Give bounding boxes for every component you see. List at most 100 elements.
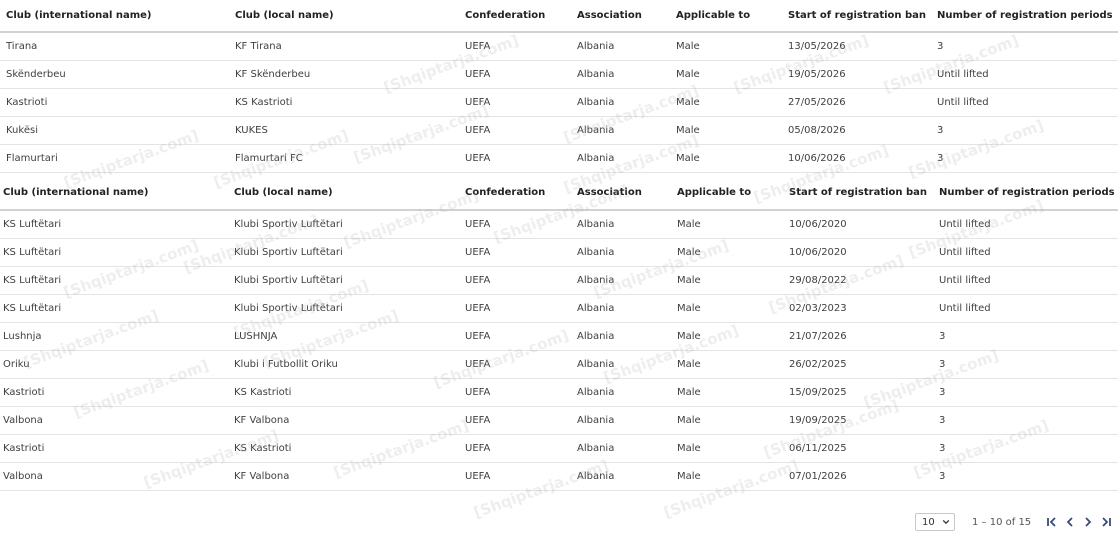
table-cell: Male (677, 406, 789, 435)
table-cell: UEFA (465, 210, 577, 239)
table-cell: 15/09/2025 (789, 378, 939, 407)
table-cell: Albania (577, 406, 677, 435)
table-cell: 19/05/2026 (788, 60, 937, 89)
table-row: Skënderbeu KF Skënderbeu UEFA Albania Male 19… (0, 60, 1118, 89)
table-cell: 07/01/2026 (789, 462, 939, 491)
table-cell: Oriku (0, 350, 234, 379)
table-cell: 02/03/2023 (789, 294, 939, 323)
table-cell: Klubi Sportiv Luftëtari (234, 266, 465, 295)
table-cell: Albania (577, 60, 676, 89)
table-cell: Male (677, 294, 789, 323)
table-cell: Male (676, 88, 788, 117)
table-row: Flamurtari Flamurtari FC UEFA Albania Male 10… (0, 144, 1118, 173)
table-cell: Male (676, 60, 788, 89)
table-cell: 3 (939, 322, 1118, 351)
column-header: Confederation (465, 175, 577, 211)
table-cell: Valbona (0, 406, 234, 435)
table-cell: Male (677, 462, 789, 491)
table-cell: Male (677, 266, 789, 295)
table-cell: LUSHNJA (234, 322, 465, 351)
table-cell: 19/09/2025 (789, 406, 939, 435)
table-cell: Klubi i Futbollit Oriku (234, 350, 465, 379)
previous-page-icon (1066, 517, 1073, 527)
last-page-icon (1102, 517, 1112, 527)
table-cell: 27/05/2026 (788, 88, 937, 117)
table-cell: Kastrioti (0, 434, 234, 463)
column-header: Club (international name) (0, 175, 234, 211)
table-row: Kastrioti KS Kastrioti UEFA Albania Male 27/0… (0, 88, 1118, 117)
table-cell: UEFA (465, 88, 577, 117)
table-cell: UEFA (465, 60, 577, 89)
first-page-button[interactable] (1043, 513, 1061, 531)
table-row: Oriku Klubi i Futbollit Oriku UEFA Albania M… (0, 350, 1118, 379)
table-cell: UEFA (465, 378, 577, 407)
table-cell: Albania (577, 144, 676, 173)
table-cell: Albania (577, 238, 677, 267)
table-cell: 06/11/2025 (789, 434, 939, 463)
column-header: Club (local name) (235, 0, 465, 33)
last-page-button[interactable] (1097, 513, 1115, 531)
column-header: Confederation (465, 0, 577, 33)
table-row: Lushnja LUSHNJA UEFA Albania Male 21/07/2026 3 (0, 322, 1118, 351)
table-cell: UEFA (465, 116, 577, 145)
chevron-down-icon (942, 519, 950, 525)
first-page-icon (1047, 517, 1056, 527)
table-cell: Flamurtari FC (235, 144, 465, 173)
table-cell: Flamurtari (0, 144, 235, 173)
table-cell: UEFA (465, 406, 577, 435)
table-cell: Tirana (0, 32, 235, 61)
column-header: Association (577, 175, 677, 211)
table-cell: Male (677, 238, 789, 267)
column-header: Association (577, 0, 676, 33)
table-cell: 3 (937, 32, 1118, 61)
table-cell: KF Skënderbeu (235, 60, 465, 89)
table-cell: 10/06/2020 (789, 210, 939, 239)
table-cell: Albania (577, 378, 677, 407)
table-cell: Kukësi (0, 116, 235, 145)
table-cell: UEFA (465, 294, 577, 323)
table-cell: Albania (577, 210, 677, 239)
table-cell: UEFA (465, 238, 577, 267)
table-cell: KS Luftëtari (0, 294, 234, 323)
table-cell: Male (677, 350, 789, 379)
table-cell: 29/08/2022 (789, 266, 939, 295)
table-row: KS Luftëtari Klubi Sportiv Luftëtari UEFA A… (0, 238, 1118, 267)
registration-bans-table-a: Club (international name) Club (local nam… (0, 0, 1118, 173)
table-cell: 21/07/2026 (789, 322, 939, 351)
table-header-row: Club (international name) Club (local nam… (0, 175, 1118, 211)
table-cell: KS Kastrioti (234, 434, 465, 463)
column-header: Number of registration periods (937, 0, 1118, 33)
table-cell: KS Kastrioti (234, 378, 465, 407)
next-page-button[interactable] (1079, 513, 1097, 531)
table-cell: Until lifted (937, 60, 1118, 89)
table-cell: Male (676, 32, 788, 61)
table-cell: Male (677, 434, 789, 463)
table-cell: KS Luftëtari (0, 210, 234, 239)
column-header: Applicable to (677, 175, 789, 211)
table-cell: 3 (939, 434, 1118, 463)
table-cell: 3 (939, 462, 1118, 491)
table-cell: KUKES (235, 116, 465, 145)
table-cell: Until lifted (937, 88, 1118, 117)
table-cell: Kastrioti (0, 88, 235, 117)
range-label: 1 – 10 of 15 (972, 516, 1032, 528)
page-size-select[interactable]: 10 (915, 513, 955, 531)
table-cell: Klubi Sportiv Luftëtari (234, 210, 465, 239)
table-cell: KF Valbona (234, 462, 465, 491)
table-cell: Lushnja (0, 322, 234, 351)
table-row: KS Luftëtari Klubi Sportiv Luftëtari UEFA A… (0, 266, 1118, 295)
previous-page-button[interactable] (1061, 513, 1079, 531)
table-cell: Albania (577, 350, 677, 379)
table-row: KS Luftëtari Klubi Sportiv Luftëtari UEFA A… (0, 210, 1118, 239)
table-row: Kukësi KUKES UEFA Albania Male 05/08/2026 3 (0, 116, 1118, 145)
table-cell: UEFA (465, 322, 577, 351)
table-cell: Albania (577, 434, 677, 463)
registration-bans-table-b: Club (international name) Club (local nam… (0, 175, 1118, 491)
table-cell: Albania (577, 294, 677, 323)
table-cell: UEFA (465, 266, 577, 295)
table-cell: Until lifted (939, 294, 1118, 323)
table-cell: 3 (939, 378, 1118, 407)
table-cell: UEFA (465, 350, 577, 379)
table-cell: Klubi Sportiv Luftëtari (234, 238, 465, 267)
table-row: Valbona KF Valbona UEFA Albania Male 07/01/20… (0, 462, 1118, 491)
